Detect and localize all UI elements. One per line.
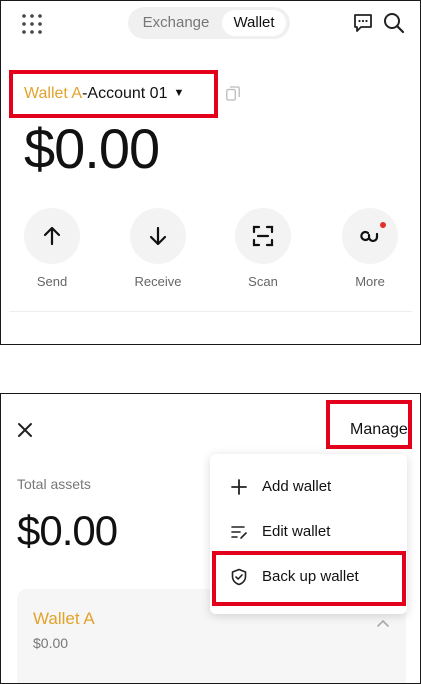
manage-button[interactable]: Manage xyxy=(350,421,408,439)
wallet-home-panel: Exchange Wallet Wallet A-Account 01 ▼ $0.… xyxy=(0,0,421,345)
account-name: Account 01 xyxy=(87,85,168,102)
back-up-wallet-highlight xyxy=(212,551,406,606)
more-action[interactable]: More xyxy=(340,208,400,289)
edit-list-icon xyxy=(231,526,247,539)
copy-icon[interactable] xyxy=(226,86,240,101)
divider xyxy=(9,311,412,312)
send-button[interactable] xyxy=(24,208,80,264)
account-wallet-name: Wallet A xyxy=(24,85,83,102)
balance-amount: $0.00 xyxy=(24,117,160,180)
send-label: Send xyxy=(36,274,68,289)
wallet-card-amount: $0.00 xyxy=(33,635,69,651)
total-assets-value: $0.00 xyxy=(17,507,118,554)
chevron-up-icon[interactable] xyxy=(377,619,389,627)
account-selector[interactable]: Wallet A-Account 01 ▼ xyxy=(24,85,184,103)
more-button[interactable] xyxy=(342,208,398,264)
plus-icon xyxy=(231,479,247,495)
scan-label: Scan xyxy=(248,274,278,289)
menu-item-label: Edit wallet xyxy=(262,523,331,540)
tab-exchange[interactable]: Exchange xyxy=(132,10,220,36)
more-icon xyxy=(360,230,379,243)
search-icon[interactable] xyxy=(383,12,405,34)
send-action[interactable]: Send xyxy=(22,208,82,289)
scan-button[interactable] xyxy=(235,208,291,264)
menu-item-label: Add wallet xyxy=(262,478,332,495)
app-grid-icon[interactable] xyxy=(21,13,43,35)
tab-wallet[interactable]: Wallet xyxy=(222,10,286,36)
total-assets-label: Total assets xyxy=(17,476,91,492)
receive-button[interactable] xyxy=(130,208,186,264)
arrow-down-icon xyxy=(149,226,167,246)
manage-wallets-panel: Manage Total assets $0.00 Wallet A $0.00… xyxy=(0,393,421,684)
more-label: More xyxy=(355,274,385,289)
caret-down-icon: ▼ xyxy=(173,87,185,99)
receive-action[interactable]: Receive xyxy=(128,208,188,289)
menu-item-add-wallet[interactable]: Add wallet xyxy=(210,464,407,510)
wallet-card-name: Wallet A xyxy=(33,609,95,628)
notification-dot xyxy=(380,222,386,228)
chat-icon[interactable] xyxy=(353,13,373,33)
exchange-wallet-toggle: Exchange Wallet xyxy=(128,7,290,39)
scan-action[interactable]: Scan xyxy=(233,208,293,289)
menu-item-edit-wallet[interactable]: Edit wallet xyxy=(210,509,407,555)
receive-label: Receive xyxy=(134,274,182,289)
arrow-up-icon xyxy=(43,226,61,246)
close-icon[interactable] xyxy=(17,422,33,438)
scan-icon xyxy=(252,225,274,247)
